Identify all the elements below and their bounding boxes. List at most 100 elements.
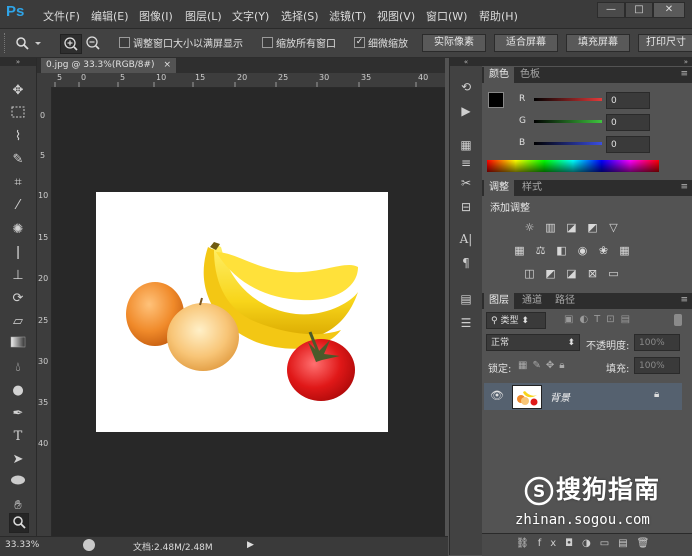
crop-tool-icon[interactable]: ⌗	[9, 174, 27, 192]
eyedropper-tool-icon[interactable]: ⁄	[9, 197, 27, 215]
properties-panel-icon[interactable]: ▦	[456, 136, 476, 154]
notes-panel-icon[interactable]: ☰	[456, 314, 476, 332]
panels-collapse-icon[interactable]: »	[482, 58, 692, 66]
menu-type[interactable]: 文字(Y)	[232, 8, 269, 24]
menu-filter[interactable]: 滤镜(T)	[329, 8, 366, 24]
type-tool-icon[interactable]: T	[9, 428, 27, 446]
zoom-in-button[interactable]	[60, 34, 82, 54]
restore-button[interactable]: □	[625, 2, 653, 18]
image-canvas[interactable]	[96, 192, 388, 432]
history-panel-icon[interactable]: ⟲	[456, 78, 476, 96]
opacity-field[interactable]: 100%	[634, 334, 680, 351]
green-slider[interactable]	[534, 120, 602, 123]
photo-filter-icon[interactable]: ◉	[575, 244, 590, 257]
blur-tool-icon[interactable]: 💧︎	[9, 359, 27, 377]
layer-footer-icons[interactable]: ⛓fx◘◑▭▤🗑︎	[516, 538, 658, 549]
color-spectrum-bar[interactable]	[487, 160, 659, 172]
vibrance-icon[interactable]: ▽	[606, 221, 621, 234]
black-white-icon[interactable]: ◧	[554, 244, 569, 257]
exposure-icon[interactable]: ◩	[585, 221, 600, 234]
layer-row-background[interactable]: 👁︎ 背景 🔒︎	[484, 383, 682, 410]
brush-presets-panel-icon[interactable]: ✂	[456, 174, 476, 192]
zoom-level[interactable]: 33.33%	[5, 540, 39, 550]
layer-comps-panel-icon[interactable]: ▤	[456, 290, 476, 308]
marquee-tool-icon[interactable]	[9, 105, 27, 123]
menu-select[interactable]: 选择(S)	[281, 8, 319, 24]
tab-layers[interactable]: 图层	[484, 293, 514, 309]
selective-color-icon[interactable]: ▭	[606, 267, 621, 280]
close-button[interactable]: ✕	[653, 2, 685, 18]
tab-paths[interactable]: 路径	[550, 293, 580, 309]
history-brush-tool-icon[interactable]: ⟳	[9, 290, 27, 308]
layer-filter-icons[interactable]: ▣◐T⊡▤	[564, 314, 636, 325]
blue-slider[interactable]	[534, 142, 602, 145]
red-slider[interactable]	[534, 98, 602, 101]
menu-help[interactable]: 帮助(H)	[479, 8, 518, 24]
actual-pixels-button[interactable]: 实际像素	[422, 34, 486, 52]
move-tool-icon[interactable]: ✥	[9, 82, 27, 100]
menu-window[interactable]: 窗口(W)	[426, 8, 467, 24]
document-tab[interactable]: 0.jpg @ 33.3%(RGB/8#) ×	[41, 58, 176, 73]
lock-icons[interactable]: ▦✎✥🔒︎	[518, 360, 570, 371]
adjustments-panel-menu-icon[interactable]: ≡	[680, 182, 688, 192]
hue-saturation-icon[interactable]: ▦	[512, 244, 527, 257]
path-selection-tool-icon[interactable]: ➤	[9, 451, 27, 469]
menu-view[interactable]: 视图(V)	[377, 8, 415, 24]
brightness-contrast-icon[interactable]: ☼	[522, 221, 537, 234]
levels-icon[interactable]: ▥	[543, 221, 558, 234]
dodge-tool-icon[interactable]: ●	[9, 382, 27, 400]
close-tab-icon[interactable]: ×	[163, 58, 171, 73]
channel-mixer-icon[interactable]: ❀	[596, 244, 611, 257]
zoom-tool-preset[interactable]	[14, 35, 44, 51]
clone-stamp-tool-icon[interactable]: ⊥	[9, 267, 27, 285]
menu-layer[interactable]: 图层(L)	[185, 8, 222, 24]
horizontal-ruler[interactable]: 5 0 5 10 15 20 25 30 35 40	[37, 73, 445, 88]
tools-collapse-icon[interactable]: »	[0, 58, 36, 66]
filter-toggle-switch[interactable]	[674, 314, 682, 326]
layer-name[interactable]: 背景	[550, 389, 570, 404]
layers-panel-menu-icon[interactable]: ≡	[680, 295, 688, 305]
invert-icon[interactable]: ◫	[522, 267, 537, 280]
info-panel-icon[interactable]: ≡	[456, 154, 476, 172]
color-balance-icon[interactable]: ⚖	[533, 244, 548, 257]
dock-collapse-icon[interactable]: «	[450, 58, 482, 66]
minimize-button[interactable]: —	[597, 2, 625, 18]
fill-field[interactable]: 100%	[634, 357, 680, 374]
quick-selection-tool-icon[interactable]: ✎	[9, 151, 27, 169]
tab-color[interactable]: 颜色	[484, 67, 514, 83]
foreground-color-swatch[interactable]	[488, 92, 504, 108]
clone-source-panel-icon[interactable]: ⊟	[456, 198, 476, 216]
ellipse-tool-icon[interactable]	[9, 474, 27, 492]
tab-swatches[interactable]: 色板	[515, 67, 545, 83]
curves-icon[interactable]: ◪	[564, 221, 579, 234]
zoom-all-windows-checkbox[interactable]	[262, 37, 273, 48]
tab-adjustments[interactable]: 调整	[484, 180, 514, 196]
brush-tool-icon[interactable]: ǀ	[9, 244, 27, 262]
actions-panel-icon[interactable]: ▶	[456, 102, 476, 120]
lasso-tool-icon[interactable]: ⌇	[9, 128, 27, 146]
green-value-field[interactable]: 0	[606, 114, 650, 131]
layer-visibility-eye-icon[interactable]: 👁︎	[490, 389, 504, 402]
share-icon[interactable]	[83, 539, 95, 551]
tab-styles[interactable]: 样式	[517, 180, 547, 196]
blue-value-field[interactable]: 0	[606, 136, 650, 153]
pen-tool-icon[interactable]: ✒︎	[9, 405, 27, 423]
vertical-ruler[interactable]: 0 5 10 15 20 25 30 35 40	[37, 87, 52, 536]
zoom-tool-icon[interactable]	[9, 513, 29, 533]
tab-channels[interactable]: 通道	[517, 293, 547, 309]
paragraph-panel-icon[interactable]: ¶	[456, 254, 476, 272]
blend-mode-select[interactable]: 正常 ⬍	[486, 334, 580, 351]
color-lookup-icon[interactable]: ▦	[617, 244, 632, 257]
color-panel-menu-icon[interactable]: ≡	[680, 69, 688, 79]
resize-window-checkbox[interactable]	[119, 37, 130, 48]
gradient-tool-icon[interactable]	[9, 336, 27, 354]
character-panel-icon[interactable]: A|	[456, 230, 476, 248]
menu-file[interactable]: 文件(F)	[43, 8, 80, 24]
status-menu-arrow-icon[interactable]: ▶	[247, 540, 254, 550]
eraser-tool-icon[interactable]: ▱	[9, 313, 27, 331]
menu-edit[interactable]: 编辑(E)	[91, 8, 129, 24]
zoom-out-button[interactable]	[83, 34, 103, 52]
healing-brush-tool-icon[interactable]: ✺	[9, 221, 27, 239]
menu-image[interactable]: 图像(I)	[139, 8, 173, 24]
print-size-button[interactable]: 打印尺寸	[638, 34, 692, 52]
